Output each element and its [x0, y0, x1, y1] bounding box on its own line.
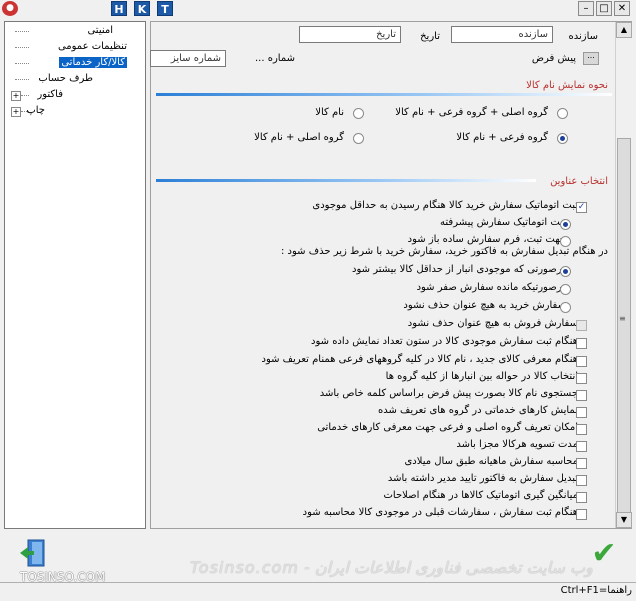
option-checkbox[interactable]	[576, 475, 587, 486]
option-row-label: هنگام ثبت سفارش ، سفارشات قبلی در موجودی…	[302, 507, 578, 518]
tree-item-label: طرف حساب	[38, 73, 93, 84]
tree-item-label: تنظیمات عمومی	[57, 41, 127, 52]
option-row-label: محاسبه سفارش ماهیانه طبق سال میلادی	[404, 456, 578, 467]
section-title-options: انتخاب عناوین	[550, 176, 608, 187]
option-checkbox[interactable]	[576, 373, 587, 384]
scroll-up-icon[interactable]: ▲	[616, 22, 632, 38]
option-row-label: جستجوی نام کالا بصورت پیش فرض براساس کلم…	[319, 388, 578, 399]
option-checkbox[interactable]	[576, 424, 587, 435]
scroll-thumb[interactable]	[617, 138, 631, 518]
maximize-icon[interactable]: □	[596, 1, 612, 16]
option-checkbox[interactable]	[576, 390, 587, 401]
option-row-label: سفارش فروش به هیچ عنوان حذف نشود	[407, 318, 578, 329]
option-row-label: ثبت اتوماتیک سفارش خرید کالا هنگام رسیدن…	[312, 200, 578, 211]
t-button[interactable]: T	[157, 1, 173, 16]
tree-item-label: چاپ	[26, 105, 45, 116]
minimize-icon[interactable]: –	[578, 1, 594, 16]
option-row-label: در هنگام تبدیل سفارش به فاکتور خرید، سفا…	[281, 246, 608, 257]
tree-item-label: فاکتور	[37, 89, 63, 100]
size-number-field[interactable]: شماره سایز	[150, 50, 226, 67]
radio-main-name[interactable]	[353, 133, 364, 144]
radio-main-sub-name[interactable]	[557, 108, 568, 119]
option-row-label: سفارش خرید به هیچ عنوان حذف نشود	[403, 300, 566, 311]
close-icon[interactable]: ✕	[614, 1, 630, 16]
section-title-display: نحوه نمایش نام کالا	[526, 80, 608, 91]
option-checkbox[interactable]	[576, 320, 587, 331]
app-logo-icon: ●	[2, 1, 18, 16]
option-checkbox[interactable]	[576, 441, 587, 452]
settings-panel	[150, 21, 632, 529]
title-bar	[0, 0, 636, 18]
tree-item-account-party[interactable]: طرف حساب	[36, 72, 95, 86]
option-checkbox[interactable]	[576, 458, 587, 469]
expand-icon[interactable]: +	[11, 91, 21, 101]
option-radio[interactable]	[560, 219, 571, 230]
option-row-label: انتخاب کالا در حواله بین انبارها از کلیه…	[385, 371, 578, 382]
option-row-label: تبدیل سفارش به فاکتور تایید مدیر داشته ب…	[387, 473, 578, 484]
tree-item-label: کالا/کار خدماتی	[59, 57, 127, 68]
tree-item-invoice[interactable]: فاکتور	[35, 88, 65, 102]
section-divider	[156, 179, 536, 182]
scroll-grip-icon: ≡	[619, 314, 626, 323]
option-row-label: مدت تسویه هرکالا مجزا باشد	[456, 439, 578, 450]
option-row-label: درصورتی که موجودی انبار از حداقل کالا بی…	[352, 264, 566, 275]
option-checkbox[interactable]	[576, 407, 587, 418]
tree-item-general[interactable]: تنظیمات عمومی	[56, 40, 129, 54]
exit-door-icon	[20, 539, 45, 567]
status-help-text: راهنما=Ctrl+F1	[560, 585, 632, 596]
expand-icon[interactable]: +	[11, 107, 21, 117]
radio-sub-name[interactable]	[557, 133, 568, 144]
option-row-label: امکان تعریف گروه اصلی و فرعی جهت معرفی ک…	[317, 422, 578, 433]
date-label: تاریخ	[420, 31, 440, 42]
h-button[interactable]: H	[111, 1, 127, 16]
default-label: پیش فرض	[531, 53, 576, 64]
option-row-label: درصورتیکه مانده سفارش صفر شود	[416, 282, 566, 293]
default-button[interactable]: ...	[583, 52, 599, 65]
radio-name-only[interactable]	[353, 108, 364, 119]
option-radio[interactable]	[560, 302, 571, 313]
date-field[interactable]: تاریخ	[299, 26, 401, 43]
option-label: گروه اصلی + گروه فرعی + نام کالا	[395, 107, 548, 118]
settings-tree: امنیتی تنظیمات عمومی کالا/کار خدماتی طرف…	[4, 21, 146, 529]
tree-item-security[interactable]: امنیتی	[85, 24, 115, 38]
scroll-down-icon[interactable]: ▼	[616, 512, 632, 528]
option-checkbox[interactable]	[576, 338, 587, 349]
vertical-scrollbar[interactable]: ▲ ▼	[615, 22, 632, 528]
option-row-label: نمایش کارهای خدماتی در گروه های تعریف شد…	[377, 405, 578, 416]
watermark-text: وب سایت تخصصی فناوری اطلاعات ایران - Tos…	[190, 558, 593, 577]
tree-item-print[interactable]: چاپ	[24, 104, 47, 118]
k-button[interactable]: K	[134, 1, 150, 16]
option-radio[interactable]	[560, 284, 571, 295]
option-row-label: میانگین گیری اتوماتیک کالاها در هنگام اص…	[383, 490, 578, 501]
option-radio[interactable]	[560, 266, 571, 277]
option-label: گروه اصلی + نام کالا	[254, 132, 344, 143]
status-bar	[0, 582, 636, 601]
option-label: گروه فرعی + نام کالا	[456, 132, 548, 143]
creator-field[interactable]: سازنده	[451, 26, 553, 43]
option-label: نام کالا	[315, 107, 344, 118]
tree-item-label: امنیتی	[87, 25, 113, 36]
tree-item-goods[interactable]: کالا/کار خدماتی	[59, 56, 127, 70]
option-checkbox[interactable]: ✓	[576, 202, 587, 213]
option-checkbox[interactable]	[576, 509, 587, 520]
number-label: شماره ...	[255, 53, 295, 64]
option-row-label: هنگام معرفی کالای جدید ، نام کالا در کلی…	[261, 354, 578, 365]
option-row-label: جهت ثبت، فرم سفارش ساده باز شود	[407, 234, 566, 245]
option-checkbox[interactable]	[576, 356, 587, 367]
option-checkbox[interactable]	[576, 492, 587, 503]
creator-label: سازنده	[568, 31, 598, 42]
section-divider	[156, 93, 612, 96]
option-row-label: ثبت اتوماتیک سفارش پیشرفته	[440, 217, 566, 228]
option-row-label: هنگام ثبت سفارش موجودی کالا در ستون تعدا…	[311, 336, 578, 347]
exit-button[interactable]	[18, 536, 52, 570]
